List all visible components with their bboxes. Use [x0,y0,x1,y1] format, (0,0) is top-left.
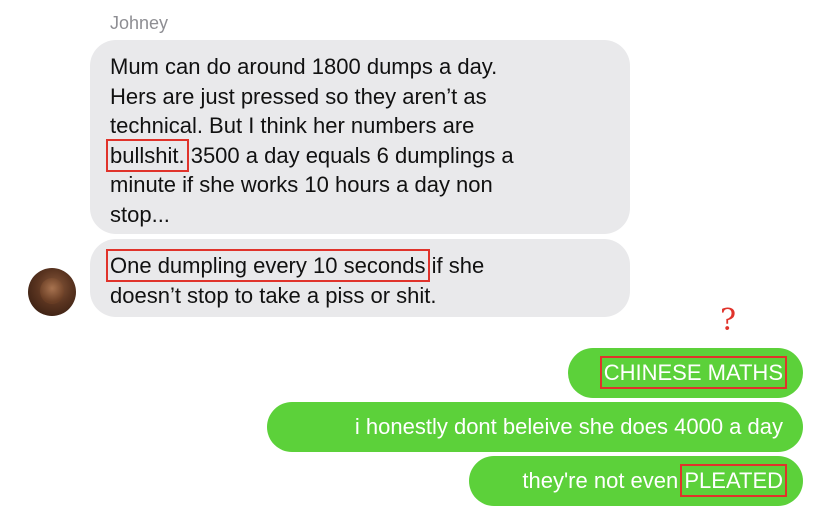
highlight-box-text: bullshit. [106,138,189,172]
message-line: minute if she works 10 hours a day non [110,172,493,197]
incoming-message-bubble[interactable]: Mum can do around 1800 dumps a day. Hers… [90,40,630,234]
question-mark-annotation: ? [720,303,737,338]
message-line: Hers are just pressed so they aren’t as [110,83,487,109]
outgoing-message-bubble[interactable]: i honestly dont beleive she does 4000 a … [267,402,803,452]
sender-name: Johney [110,13,169,33]
message-text: if she [425,253,485,278]
contact-avatar[interactable] [28,268,76,316]
incoming-message-bubble[interactable]: One dumpling every 10 seconds if she doe… [90,239,630,317]
highlight-box-text: PLEATED [680,464,787,497]
message-line: Mum can do around 1800 dumps a day. [110,54,498,79]
highlight-box-text: CHINESE MATHS [599,356,788,389]
message-line: bullshit. 3500 a day equals 6 dumplings … [106,138,610,172]
message-text: they're not even [522,468,685,493]
outgoing-message-bubble[interactable]: they're not even PLEATED [469,456,803,506]
message-line: doesn’t stop to take a piss or shit. [110,282,437,308]
message-line: stop... [110,201,170,227]
message-line: technical. But I think her numbers are [110,113,475,138]
outgoing-message-bubble[interactable]: CHINESE MATHS [568,348,803,398]
highlight-box-text: One dumpling every 10 seconds [106,249,430,282]
message-text: 3500 a day equals 6 dumplings a [184,142,514,168]
message-text: i honestly dont beleive she does 4000 a … [354,414,783,439]
avatar-photo [40,278,64,304]
message-line: One dumpling every 10 seconds if she [106,249,610,282]
